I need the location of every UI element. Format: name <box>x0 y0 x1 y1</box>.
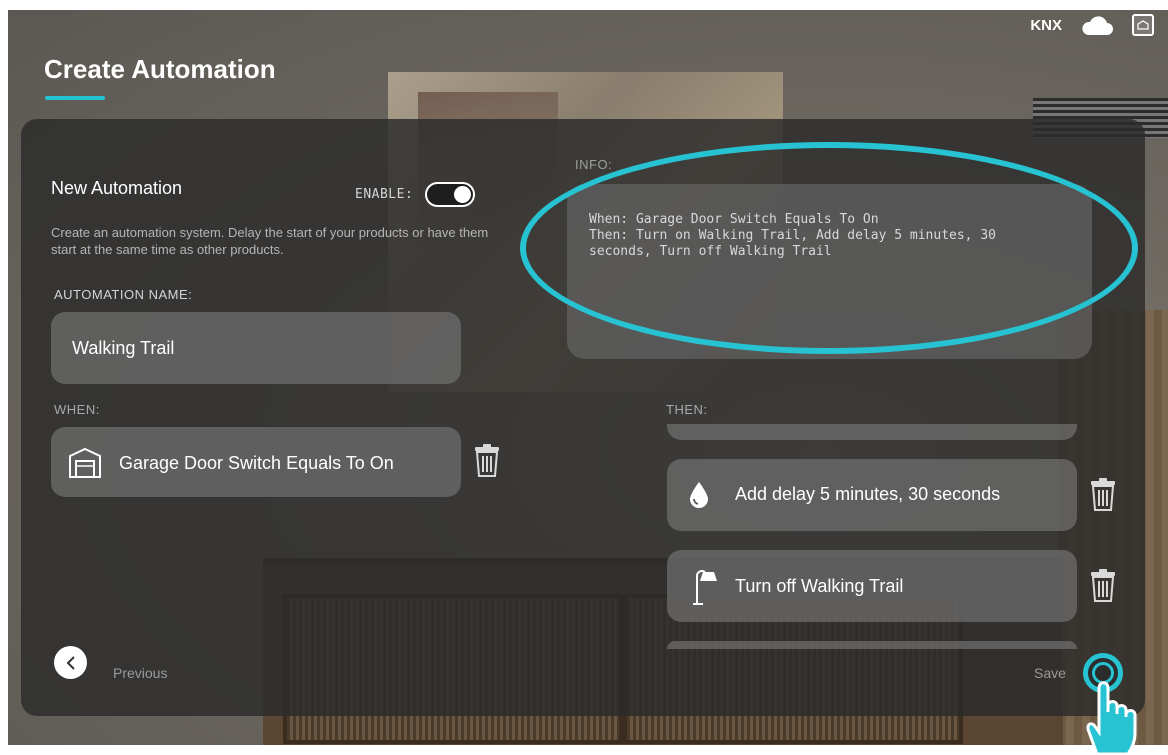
knx-status-label: KNX <box>1030 16 1062 34</box>
then-item-label: Turn off Walking Trail <box>735 576 904 596</box>
enable-toggle[interactable] <box>425 182 475 207</box>
pointer-hand-icon <box>1086 681 1137 755</box>
then-label: THEN: <box>666 402 708 417</box>
then-item-partial-top <box>667 424 1077 440</box>
automation-name-label: AUTOMATION NAME: <box>54 287 193 302</box>
chevron-left-icon <box>66 655 75 670</box>
page-title: Create Automation <box>44 54 276 84</box>
cloud-icon <box>1082 16 1113 35</box>
previous-button[interactable] <box>54 646 87 679</box>
save-label[interactable]: Save <box>1034 665 1066 681</box>
enable-label: ENABLE: <box>355 187 414 202</box>
drop-icon <box>690 482 708 508</box>
highlight-annotation <box>520 142 1138 354</box>
info-label: INFO: <box>575 157 613 172</box>
automation-heading: New Automation <box>51 178 183 198</box>
when-label: WHEN: <box>54 402 100 417</box>
garage-icon <box>69 447 101 478</box>
home-icon[interactable] <box>1132 14 1154 36</box>
title-underline <box>45 96 105 100</box>
then-item-partial-bottom <box>667 641 1077 649</box>
trash-icon[interactable] <box>1089 477 1117 511</box>
when-item-label: Garage Door Switch Equals To On <box>119 453 394 473</box>
automation-name-value: Walking Trail <box>72 338 175 358</box>
lamp-icon <box>693 570 717 605</box>
trash-icon[interactable] <box>1089 568 1117 602</box>
status-bar: KNX <box>1030 14 1154 36</box>
automation-description: Create an automation system. Delay the s… <box>51 225 489 257</box>
previous-label[interactable]: Previous <box>113 665 167 681</box>
trash-icon[interactable] <box>473 443 501 477</box>
toggle-knob <box>454 186 471 203</box>
then-item-label: Add delay 5 minutes, 30 seconds <box>735 484 1001 504</box>
